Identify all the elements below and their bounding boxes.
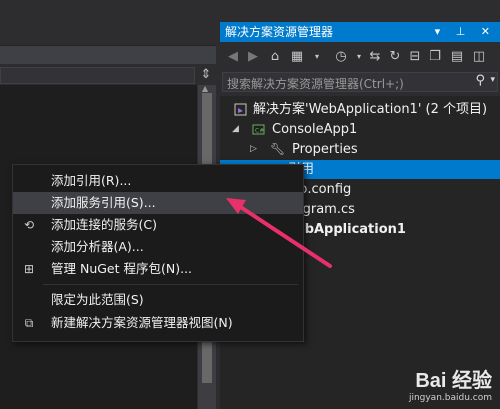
expanded-arrow-icon[interactable]: ◢ <box>232 120 239 139</box>
wrench-icon: 🔧︎ <box>270 142 286 156</box>
search-icon[interactable]: ⚲ <box>475 73 485 88</box>
svg-text:C#: C# <box>255 128 264 135</box>
watermark: Bai 经验 jingyan.baidu.com <box>409 364 492 403</box>
tree-label: ConsoleApp1 <box>272 122 358 137</box>
menu-item-label: 添加服务引用(S)... <box>51 195 156 210</box>
menu-item-add-service-reference[interactable]: 添加服务引用(S)... <box>13 192 303 214</box>
menu-item-add-connected-service[interactable]: ⟲ 添加连接的服务(C) <box>13 214 303 236</box>
menu-item-label: 限定为此范围(S) <box>51 292 144 307</box>
editor-tab-area <box>0 0 218 45</box>
solution-icon <box>234 103 247 116</box>
chevron-down-icon[interactable]: ▾ <box>490 75 495 85</box>
tree-label: Properties <box>292 142 358 157</box>
menu-item-label: 添加连接的服务(C) <box>51 217 157 232</box>
watermark-logo: Bai 经验 <box>415 370 492 392</box>
new-view-icon: ⧉ <box>24 316 34 330</box>
tree-label: 解决方案'WebApplication1' (2 个项目) <box>253 102 488 117</box>
collapsed-arrow-icon[interactable]: ▷ <box>250 140 257 159</box>
menu-item-label: 添加引用(R)... <box>51 173 132 188</box>
tree-item-properties[interactable]: ▷ 🔧︎ Properties <box>220 140 500 159</box>
collapse-all-icon[interactable]: ⊟ <box>406 48 424 66</box>
menu-item-new-explorer-view[interactable]: ⧉ 新建解决方案资源管理器视图(N) <box>13 312 303 334</box>
solution-explorer-title: 解决方案资源管理器 <box>225 25 334 39</box>
menu-item-label: 管理 NuGet 程序包(N)... <box>51 261 193 276</box>
refresh-icon[interactable]: ↻ <box>386 48 404 66</box>
context-menu: 添加引用(R)... 添加服务引用(S)... ⟲ 添加连接的服务(C) 添加分… <box>12 164 304 342</box>
nuget-icon: ⊞ <box>23 262 35 276</box>
window-buttons[interactable]: ▾ ⊥ ✕ <box>435 22 496 42</box>
csharp-project-icon: C# <box>252 124 265 135</box>
search-placeholder: 搜索解决方案资源管理器(Ctrl+;) <box>227 77 404 91</box>
connected-service-icon: ⟲ <box>23 218 35 232</box>
forward-icon[interactable]: ▶ <box>244 48 262 66</box>
menu-item-label: 添加分析器(A)... <box>51 239 144 254</box>
menu-item-add-analyzer[interactable]: 添加分析器(A)... <box>13 236 303 258</box>
dropdown-icon[interactable]: ▾ <box>308 48 326 66</box>
preview-icon[interactable]: ◫ <box>470 48 488 66</box>
navigation-dropdown[interactable] <box>0 67 195 84</box>
menu-item-scope-to-this[interactable]: 限定为此范围(S) <box>13 289 303 311</box>
menu-item-manage-nuget[interactable]: ⊞ 管理 NuGet 程序包(N)... <box>13 258 303 280</box>
watermark-url: jingyan.baidu.com <box>408 393 492 403</box>
tree-item-solution[interactable]: 解决方案'WebApplication1' (2 个项目) <box>220 100 500 119</box>
solution-explorer-toolbar: ◀ ▶ ⌂ ▦ ▾ ◷ ▾ ⇆ ↻ ⊟ ❐ ▤ ◫ <box>220 44 500 70</box>
properties-icon[interactable]: ▤ <box>448 48 466 66</box>
switch-views-icon[interactable]: ▦ <box>288 48 306 66</box>
sync-icon[interactable]: ⇆ <box>366 48 384 66</box>
menu-item-add-reference[interactable]: 添加引用(R)... <box>13 170 303 192</box>
solution-explorer-title-bar: 解决方案资源管理器 ▾ ⊥ ✕ <box>220 22 500 42</box>
scroll-up-icon[interactable]: ▲ <box>202 85 212 93</box>
show-all-files-icon[interactable]: ❐ <box>426 48 444 66</box>
tree-item-consoleapp1[interactable]: ◢ C# ConsoleApp1 <box>220 120 500 139</box>
pending-changes-icon[interactable]: ◷ <box>332 48 350 66</box>
editor-tab-strip <box>0 45 218 64</box>
back-icon[interactable]: ◀ <box>224 48 242 66</box>
home-icon[interactable]: ⌂ <box>266 48 284 66</box>
menu-separator <box>43 284 298 285</box>
split-editor-icon[interactable]: ⇕ <box>196 66 216 84</box>
solution-explorer-search[interactable]: 搜索解决方案资源管理器(Ctrl+;) ⚲ ▾ <box>222 72 498 92</box>
menu-item-label: 新建解决方案资源管理器视图(N) <box>51 315 233 330</box>
